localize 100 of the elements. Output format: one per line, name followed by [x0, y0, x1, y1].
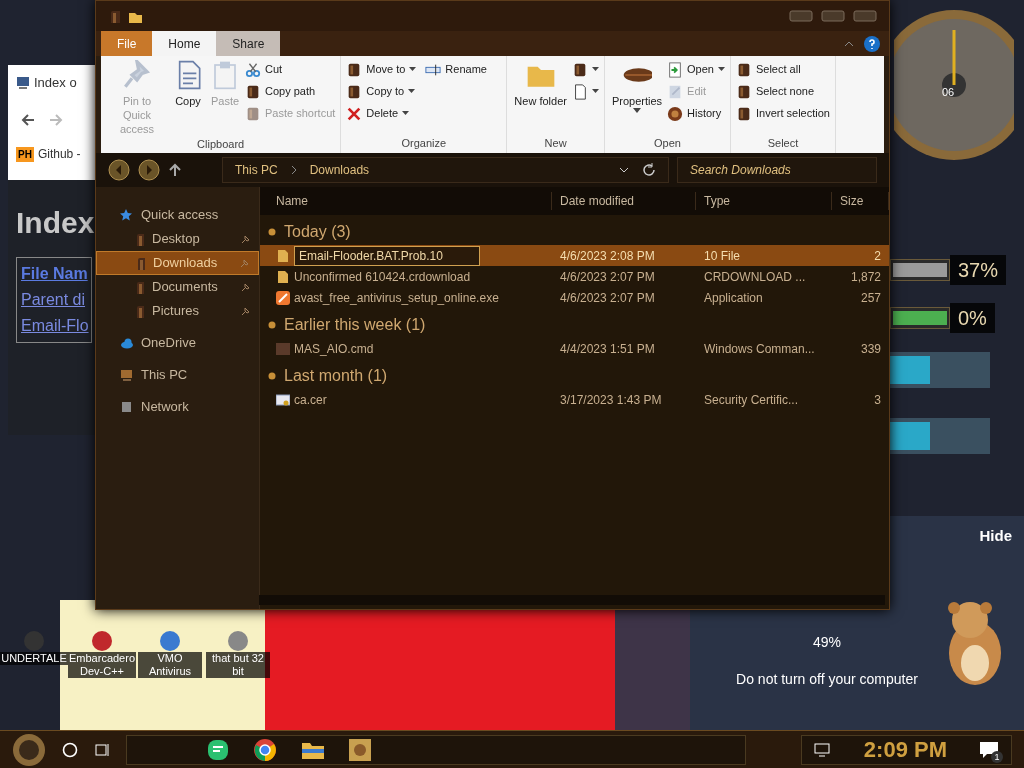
ribbon-button[interactable]: Move to — [346, 60, 423, 79]
navigation-item[interactable]: OneDrive — [96, 331, 259, 355]
ribbon-button[interactable]: Rename — [425, 60, 502, 79]
column-header[interactable]: Type — [696, 192, 832, 210]
ribbon-group-label: Open — [652, 136, 682, 151]
app-icon[interactable] — [91, 630, 113, 652]
group-header[interactable]: Last month (1) — [284, 364, 388, 388]
size-cell-text: 1,872 — [849, 268, 882, 286]
ribbon-button[interactable]: History — [667, 104, 725, 123]
hide-button[interactable]: Hide — [979, 525, 1012, 548]
rename-field[interactable]: Email-Flooder.BAT.Prob.10 — [294, 245, 480, 266]
ribbon-button[interactable]: New folder — [512, 60, 569, 135]
disc-icon — [667, 105, 684, 122]
notification-icon[interactable] — [979, 740, 999, 759]
start-button[interactable] — [12, 732, 46, 767]
task-view-icon[interactable] — [94, 741, 110, 758]
file-link[interactable]: Parent di — [21, 288, 87, 312]
book-icon — [245, 105, 261, 122]
navigation-item[interactable]: This PC — [96, 363, 259, 387]
book-icon[interactable] — [108, 9, 120, 23]
desktop-icon-label[interactable]: Embarcadero Dev-C++ — [68, 652, 137, 678]
navigation-item[interactable]: Pictures — [96, 299, 259, 323]
navigation-item[interactable]: Network — [96, 395, 259, 419]
address-bar[interactable]: This PC Downloads — [222, 157, 669, 183]
refresh-icon[interactable] — [642, 163, 656, 177]
network-icon[interactable] — [813, 741, 832, 758]
navigation-item[interactable]: Desktop — [96, 227, 259, 251]
taskbar-clock[interactable]: 2:09 PM — [863, 733, 947, 766]
pushpin-icon — [122, 60, 152, 90]
expand-icon[interactable] — [268, 228, 276, 236]
book-icon — [134, 280, 144, 294]
forward-icon[interactable] — [138, 159, 160, 181]
app-icon[interactable] — [159, 630, 181, 652]
ribbon-button[interactable]: Properties — [609, 60, 665, 135]
date-cell-text: 4/6/2023 2:08 PM — [559, 247, 656, 265]
file-icon — [276, 248, 290, 263]
ribbon-tab[interactable]: Share — [216, 31, 281, 56]
app-icon — [276, 290, 290, 305]
column-header-link[interactable]: File Nam — [21, 262, 87, 286]
app-icon[interactable] — [227, 630, 249, 652]
desktop-icon-label[interactable]: UNDERTALE — [0, 652, 68, 665]
ribbon-group-label: New — [543, 136, 568, 151]
ribbon-button[interactable]: Invert selection — [735, 104, 830, 123]
size-cell-text: 3 — [873, 391, 882, 409]
ribbon-button[interactable]: Copy path — [245, 82, 336, 101]
column-header[interactable]: Date modified — [552, 192, 696, 210]
up-icon[interactable] — [168, 163, 182, 177]
navigation-item[interactable]: Documents — [96, 275, 259, 299]
column-header[interactable]: Size — [832, 192, 889, 210]
back-icon[interactable] — [108, 159, 130, 181]
type-cell-text: CRDOWNLOAD ... — [703, 268, 807, 286]
type-cell-text: 10 File — [703, 247, 742, 265]
desktop-icon-label[interactable]: VMO Antivirus — [138, 652, 202, 678]
search-field[interactable]: Search Downloads — [677, 157, 877, 183]
file-link[interactable]: Email-Flo — [21, 314, 87, 338]
date-cell-text: 3/17/2023 1:43 PM — [559, 391, 663, 409]
group-header[interactable]: Earlier this week (1) — [284, 313, 426, 337]
navigation-item[interactable]: Downloads — [96, 251, 259, 275]
file-row[interactable]: MAS_AIO.cmd 4/4/2023 1:51 PM Windows Comman... 339 — [260, 338, 889, 359]
bookmark-link[interactable]: Github - — [37, 145, 81, 163]
breadcrumb[interactable]: Downloads — [309, 161, 370, 179]
file-row[interactable]: avast_free_antivirus_setup_online.exe 4/6/2023 2:07 PM Application 257 — [260, 287, 889, 308]
ribbon-button[interactable]: Select none — [735, 82, 830, 101]
help-icon[interactable] — [863, 35, 881, 53]
navigation-item[interactable]: Quick access — [96, 203, 259, 227]
computer-icon — [120, 369, 133, 381]
chat-icon[interactable] — [207, 738, 229, 761]
desktop-icon-label[interactable]: that but 32 bit — [206, 652, 270, 678]
open-icon — [667, 61, 684, 78]
expand-icon[interactable] — [268, 321, 276, 329]
browser-icon[interactable] — [253, 737, 277, 762]
file-name: Unconfirmed 610424.crdownload — [294, 268, 471, 286]
ribbon-button[interactable]: Select all — [735, 60, 830, 79]
ribbon-button[interactable]: Copy — [171, 60, 205, 136]
group-header[interactable]: Today (3) — [284, 220, 351, 244]
network-icon — [120, 401, 133, 413]
star-icon — [120, 209, 133, 221]
date-cell-text: 4/6/2023 2:07 PM — [559, 268, 656, 286]
ribbon-button[interactable]: Copy to — [346, 82, 423, 101]
ribbon-button[interactable]: Cut — [245, 60, 336, 79]
meter-reading: 0% — [950, 303, 995, 333]
file-row[interactable]: ca.cer 3/17/2023 1:43 PM Security Certific... 3 — [260, 389, 889, 410]
script-icon — [276, 341, 290, 356]
file-row[interactable]: Unconfirmed 610424.crdownload 4/6/2023 2:07 PM CRDOWNLOAD ... 1,872 — [260, 266, 889, 287]
type-cell-text: Security Certific... — [703, 391, 800, 409]
breadcrumb[interactable]: This PC — [235, 161, 278, 179]
file-name: MAS_AIO.cmd — [294, 340, 374, 358]
ribbon-tab[interactable]: Home — [152, 31, 217, 56]
expand-icon[interactable] — [268, 372, 276, 380]
back-icon[interactable] — [20, 112, 36, 128]
search-icon[interactable] — [62, 741, 78, 758]
tab-title[interactable]: Index o — [34, 73, 77, 93]
ribbon-group-label: Organize — [400, 136, 448, 151]
ribbon-button[interactable]: Delete — [346, 104, 423, 123]
column-header[interactable]: Name — [260, 192, 552, 210]
scrollbar[interactable] — [259, 595, 885, 605]
ribbon-button[interactable]: Open — [667, 60, 725, 79]
file-row[interactable]: Email-Flooder.BAT.Prob.10 4/6/2023 2:08 PM 10 File 2 — [260, 245, 889, 266]
certificate-icon — [276, 392, 290, 407]
date-cell-text: 4/4/2023 1:51 PM — [559, 340, 656, 358]
